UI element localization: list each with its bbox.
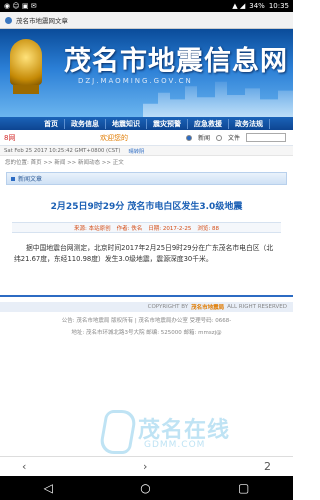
current-date: Sat Feb 25 2017 10:25:42 GMT+0800 (CST) <box>4 147 121 154</box>
clock: 10:35 <box>268 2 289 10</box>
site-toolbar: 8网 欢迎您的 新闻 文件 <box>0 130 293 146</box>
section-header: 新闻文章 <box>6 172 287 185</box>
browser-bottom-bar: ‹ › 2 <box>0 456 293 476</box>
site-title: 茂名市地震信息网 <box>64 46 288 77</box>
back-icon[interactable]: ◁ <box>44 481 53 495</box>
search-news-radio[interactable] <box>186 134 192 141</box>
article-body: 据中国地震台网测定，北京时间2017年2月25日9时29分在广东茂名市电白区（北… <box>14 244 274 263</box>
article-meta: 来源: 本站原创 作者: 佚名 日期: 2017-2-25 浏览: 88 <box>12 222 281 233</box>
signal-icon: ▲ ◢ <box>232 2 246 10</box>
breadcrumb[interactable]: 您的位置: 首页 >> 新闻 >> 新闻动态 >> 正文 <box>0 156 293 168</box>
copyright-prefix: COPYRIGHT BY <box>147 304 189 310</box>
tabs-count[interactable]: 2 <box>264 460 271 473</box>
search-files-radio[interactable] <box>216 134 223 141</box>
meta-author: 作者: 佚名 <box>116 225 143 232</box>
section-label: 新闻文章 <box>18 176 43 183</box>
android-nav-bar: ◁ ○ ▢ <box>0 476 293 500</box>
emblem-icon <box>10 39 42 85</box>
main-nav: 首页 政务信息 地震知识 震灾预警 应急救援 政务法规 <box>0 117 293 130</box>
watermark-logo-icon <box>98 410 138 454</box>
meta-source: 来源: 本站原创 <box>74 225 111 232</box>
recents-icon[interactable]: ▢ <box>238 481 249 495</box>
nav-item-earthquake-knowledge[interactable]: 地震知识 <box>106 118 147 129</box>
site-banner: 茂名市地震信息网 DZJ.MAOMING.GOV.CN <box>0 29 293 117</box>
search-news-label: 新闻 <box>198 135 211 142</box>
battery-level: 34% <box>249 2 265 10</box>
nav-item-government-info[interactable]: 政务信息 <box>65 118 106 129</box>
site-domain: DZJ.MAOMING.GOV.CN <box>78 77 193 85</box>
watermark-sub: GDMM.COM <box>144 440 206 450</box>
nav-item-regulations[interactable]: 政务法规 <box>229 118 270 129</box>
search-input[interactable] <box>246 133 287 142</box>
browser-tab-bar[interactable]: 茂名市地震网文章 <box>0 12 293 29</box>
nav-item-home[interactable]: 首页 <box>38 118 65 129</box>
article-title: 2月25日9时29分 茂名市电白区发生3.0级地震 <box>50 202 243 212</box>
welcome-text: 欢迎您的 <box>100 133 128 142</box>
watermark: 茂名在线 GDMM.COM <box>78 408 268 458</box>
emblem-base <box>13 85 39 94</box>
home-link[interactable]: 8网 <box>4 133 94 143</box>
nav-item-emergency-rescue[interactable]: 应急救援 <box>188 118 229 129</box>
meta-date: 日期: 2017-2-25 <box>148 225 192 232</box>
bullet-icon <box>11 176 15 181</box>
date-bar: Sat Feb 25 2017 10:25:42 GMT+0800 (CST) … <box>0 146 293 156</box>
weather-text: 晴转阴 <box>128 148 145 155</box>
chevron-right-icon[interactable]: › <box>143 460 147 473</box>
status-icons: ◉ ☺ ▣ ✉ <box>4 2 37 10</box>
home-icon[interactable]: ○ <box>140 481 150 495</box>
tab-title[interactable]: 茂名市地震网文章 <box>16 15 68 25</box>
footer-address-line: 地址: 茂名市环城北路3号大院 邮编: 525000 邮箱: mmszj@ <box>71 330 222 336</box>
copyright-site: 茂名市地震局 <box>191 305 225 311</box>
status-bar: ◉ ☺ ▣ ✉ ▲ ◢ 34% 10:35 <box>0 0 293 12</box>
copyright-suffix: ALL RIGHT RESERVED <box>227 304 287 310</box>
chevron-left-icon[interactable]: ‹ <box>22 460 26 473</box>
site-footer: COPYRIGHT BY 茂名市地震局 ALL RIGHT RESERVED 公… <box>0 295 293 336</box>
nav-item-quake-warning[interactable]: 震灾预警 <box>147 118 188 129</box>
favicon-icon <box>5 16 12 24</box>
search-files-label: 文件 <box>228 135 241 142</box>
copyright-bar: COPYRIGHT BY 茂名市地震局 ALL RIGHT RESERVED <box>0 302 293 312</box>
meta-views: 浏览: 88 <box>197 225 219 232</box>
footer-contact-line: 公告: 茂名市地震局 版权所有 | 茂名市地震局办公室 受理号码: 0668- <box>61 318 232 324</box>
